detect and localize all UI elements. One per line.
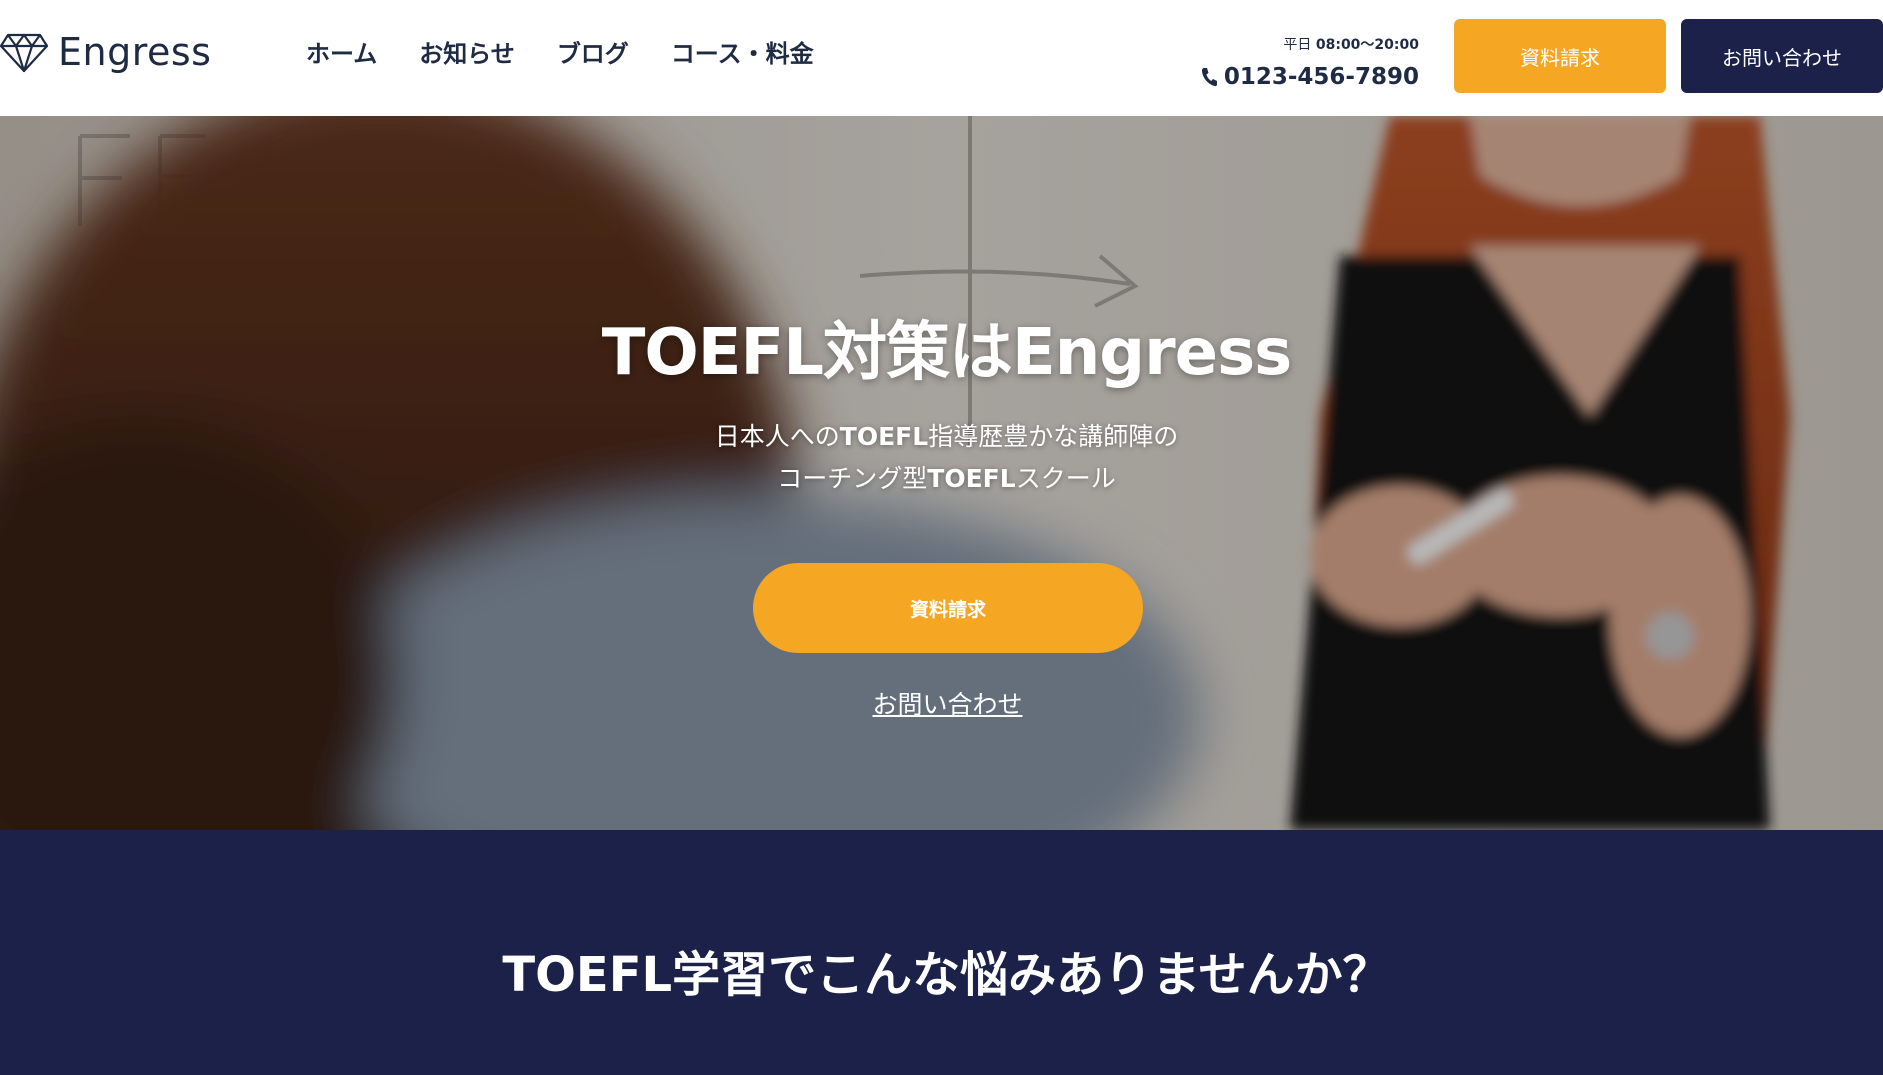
nav-item-news[interactable]: お知らせ <box>419 34 515 69</box>
phone-icon <box>1200 67 1218 87</box>
header-contact-button[interactable]: お問い合わせ <box>1681 19 1883 93</box>
nav-item-blog[interactable]: ブログ <box>557 34 629 69</box>
subtitle-bold: TOEFL <box>839 422 929 451</box>
header-request-docs-button[interactable]: 資料請求 <box>1454 19 1666 93</box>
hero-content: TOEFL対策はEngress 日本人へのTOEFL指導歴豊かな講師陣の コーチ… <box>0 116 1883 830</box>
hero-request-docs-button[interactable]: 資料請求 <box>753 563 1143 653</box>
subtitle-text: スクール <box>1015 464 1116 493</box>
subtitle-text: コーチング型 <box>777 464 928 493</box>
phone-number[interactable]: 0123-456-7890 <box>1224 64 1419 90</box>
subtitle-bold: TOEFL <box>927 464 1016 493</box>
hero-contact-link[interactable]: お問い合わせ <box>0 685 1883 721</box>
hero-subtitle: 日本人へのTOEFL指導歴豊かな講師陣の コーチング型TOEFLスクール <box>0 416 1883 500</box>
business-hours: 平日 08:00〜20:00 <box>1200 34 1419 54</box>
logo[interactable]: Engress <box>0 30 211 74</box>
hero-section: TOEFL対策はEngress 日本人へのTOEFL指導歴豊かな講師陣の コーチ… <box>0 116 1883 830</box>
hours-label: 平日 <box>1283 37 1312 53</box>
nav-item-home[interactable]: ホーム <box>306 34 377 69</box>
hero-subtitle-line-2: コーチング型TOEFLスクール <box>0 458 1883 500</box>
subtitle-text: 指導歴豊かな講師陣の <box>928 422 1179 451</box>
nav-item-course-price[interactable]: コース・料金 <box>671 34 814 69</box>
header-contact-info: 平日 08:00〜20:00 0123-456-7890 <box>1200 34 1419 90</box>
problems-section: TOEFL学習でこんな悩みありませんか？ <box>0 830 1883 1075</box>
hours-time: 08:00〜20:00 <box>1315 37 1419 53</box>
hero-title: TOEFL対策はEngress <box>601 316 1293 390</box>
main-nav: ホーム お知らせ ブログ コース・料金 <box>306 34 814 69</box>
diamond-icon <box>0 31 48 73</box>
phone-row[interactable]: 0123-456-7890 <box>1200 64 1419 90</box>
site-header: Engress ホーム お知らせ ブログ コース・料金 平日 08:00〜20:… <box>0 0 1883 116</box>
brand-name: Engress <box>58 30 212 74</box>
hero-subtitle-line-1: 日本人へのTOEFL指導歴豊かな講師陣の <box>0 416 1883 458</box>
subtitle-text: 日本人への <box>714 422 840 451</box>
problems-title: TOEFL学習でこんな悩みありませんか？ <box>502 947 1391 1003</box>
